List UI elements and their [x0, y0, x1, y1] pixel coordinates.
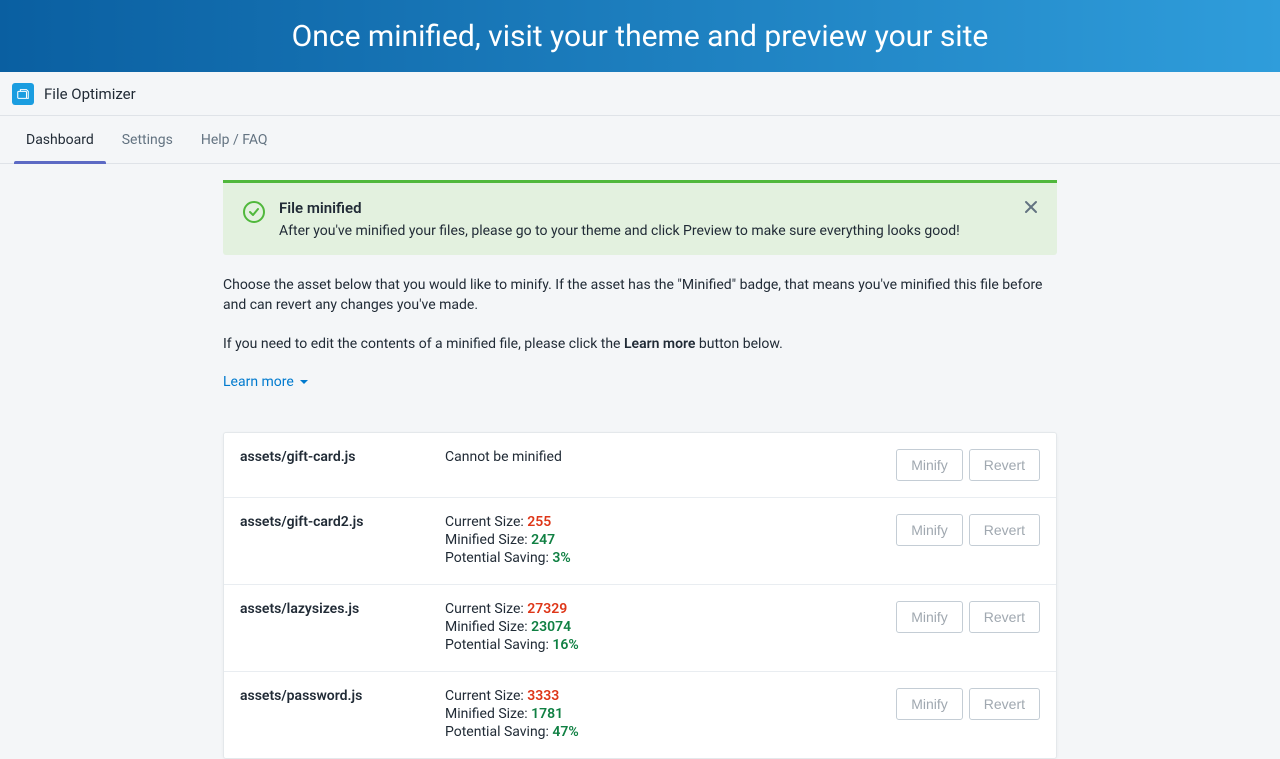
asset-info: Cannot be minified — [445, 449, 900, 481]
banner: Once minified, visit your theme and prev… — [0, 0, 1280, 72]
asset-table: assets/gift-card.js Cannot be minified M… — [223, 432, 1057, 759]
tab-dashboard[interactable]: Dashboard — [14, 116, 106, 163]
revert-button[interactable]: Revert — [969, 514, 1040, 546]
minify-button[interactable]: Minify — [896, 688, 963, 720]
tab-settings[interactable]: Settings — [110, 116, 185, 163]
asset-info: Current Size: 255 Minified Size: 247 Pot… — [445, 514, 900, 568]
alert: File minified After you've minified your… — [223, 180, 1057, 255]
learn-more-link[interactable]: Learn more — [223, 372, 310, 392]
intro: Choose the asset below that you would li… — [223, 275, 1057, 392]
alert-title: File minified — [279, 199, 1037, 217]
table-row: assets/gift-card.js Cannot be minified M… — [224, 433, 1056, 498]
close-icon[interactable] — [1021, 197, 1041, 217]
asset-actions: Minify Revert — [900, 601, 1040, 655]
asset-name: assets/lazysizes.js — [240, 601, 445, 655]
revert-button[interactable]: Revert — [969, 688, 1040, 720]
tabs: Dashboard Settings Help / FAQ — [0, 116, 1280, 164]
alert-desc: After you've minified your files, please… — [279, 223, 1037, 239]
asset-name: assets/password.js — [240, 688, 445, 742]
app-icon — [12, 83, 34, 105]
asset-name: assets/gift-card.js — [240, 449, 445, 481]
revert-button[interactable]: Revert — [969, 601, 1040, 633]
banner-text: Once minified, visit your theme and prev… — [292, 19, 989, 54]
revert-button[interactable]: Revert — [969, 449, 1040, 481]
header: File Optimizer — [0, 72, 1280, 116]
minify-button[interactable]: Minify — [896, 449, 963, 481]
chevron-down-icon — [298, 376, 310, 388]
tab-help-faq[interactable]: Help / FAQ — [189, 116, 280, 163]
asset-actions: Minify Revert — [900, 514, 1040, 568]
table-row: assets/password.js Current Size: 3333 Mi… — [224, 672, 1056, 758]
app-name: File Optimizer — [44, 85, 136, 103]
asset-name: assets/gift-card2.js — [240, 514, 445, 568]
asset-actions: Minify Revert — [900, 688, 1040, 742]
intro-p2: If you need to edit the contents of a mi… — [223, 334, 1057, 354]
table-row: assets/lazysizes.js Current Size: 27329 … — [224, 585, 1056, 672]
intro-p1: Choose the asset below that you would li… — [223, 275, 1057, 316]
table-row: assets/gift-card2.js Current Size: 255 M… — [224, 498, 1056, 585]
asset-info: Current Size: 3333 Minified Size: 1781 P… — [445, 688, 900, 742]
check-circle-icon — [243, 201, 265, 223]
alert-body: File minified After you've minified your… — [279, 199, 1037, 239]
asset-info: Current Size: 27329 Minified Size: 23074… — [445, 601, 900, 655]
minify-button[interactable]: Minify — [896, 514, 963, 546]
minify-button[interactable]: Minify — [896, 601, 963, 633]
asset-actions: Minify Revert — [900, 449, 1040, 481]
content: File minified After you've minified your… — [223, 180, 1057, 759]
